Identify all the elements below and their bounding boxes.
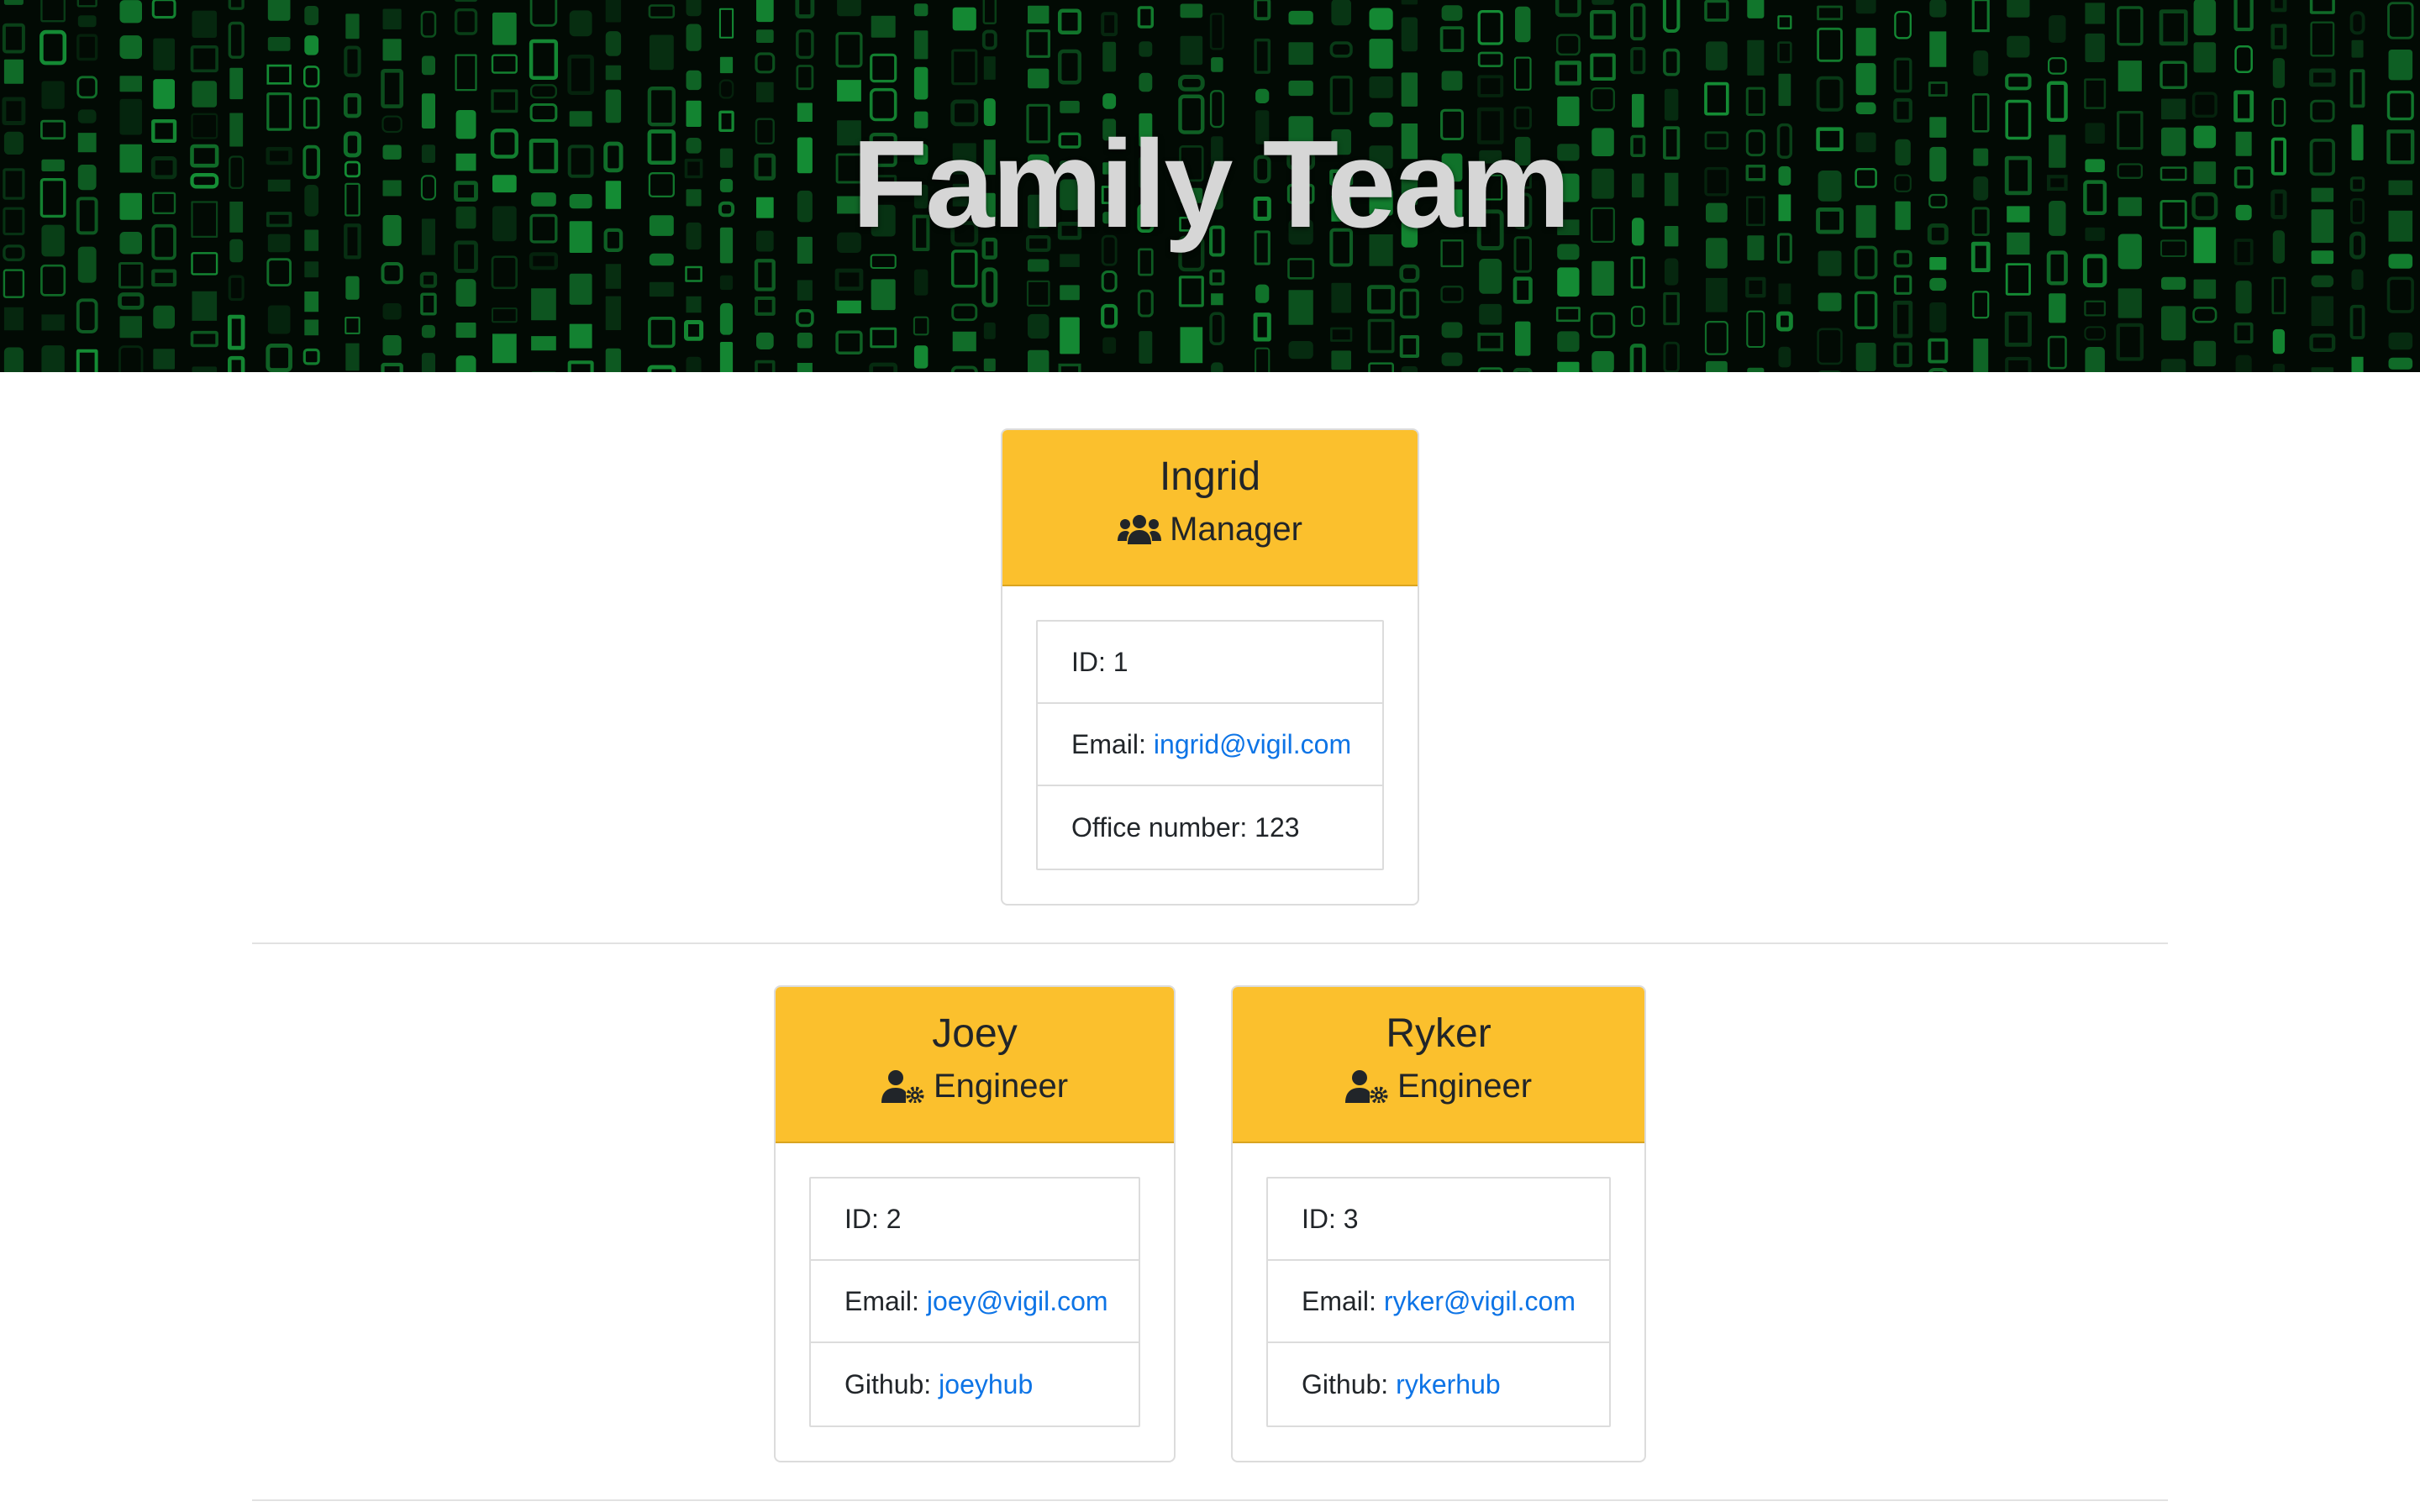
list-item-email: Email: joey@vigil.com (811, 1261, 1139, 1343)
list-item-github: Github: rykerhub (1268, 1343, 1609, 1425)
section-divider (252, 942, 2168, 944)
manager-row: Ingrid Manager ID: 1 Email: ingrid@vigil… (0, 428, 2420, 906)
hero-banner: Family Team (0, 0, 2420, 372)
email-label: Email: (1302, 1285, 1376, 1316)
users-icon (1118, 514, 1162, 544)
user-gear-icon (1344, 1069, 1389, 1103)
card-body: ID: 3 Email: ryker@vigil.com Github: ryk… (1233, 1143, 1644, 1461)
role-label: Engineer (1397, 1068, 1533, 1105)
card-body: ID: 1 Email: ingrid@vigil.com Office num… (1002, 586, 1418, 904)
info-list: ID: 1 Email: ingrid@vigil.com Office num… (1036, 620, 1384, 870)
list-item-id: ID: 2 (811, 1179, 1139, 1261)
info-list: ID: 2 Email: joey@vigil.com Github: joey… (809, 1177, 1140, 1427)
github-link[interactable]: rykerhub (1396, 1369, 1501, 1400)
list-item-id: ID: 3 (1268, 1179, 1609, 1261)
role-label: Manager (1170, 511, 1302, 548)
employee-role: Engineer (776, 1064, 1174, 1108)
role-label: Engineer (933, 1068, 1069, 1105)
employee-name: Ingrid (1159, 454, 1261, 499)
list-item-github: Github: joeyhub (811, 1343, 1139, 1425)
employee-role: Engineer (1233, 1064, 1644, 1108)
id-text: ID: 1 (1071, 646, 1128, 677)
info-list: ID: 3 Email: ryker@vigil.com Github: ryk… (1266, 1177, 1611, 1427)
github-label: Github: (1302, 1368, 1389, 1399)
page-title: Family Team (851, 115, 1571, 254)
github-link[interactable]: joeyhub (939, 1369, 1033, 1400)
engineer-card: Joey Engineer ID: 2 Email: joey@vigil.co… (774, 985, 1176, 1462)
email-link[interactable]: ingrid@vigil.com (1154, 729, 1351, 760)
section-divider (252, 1499, 2168, 1501)
engineer-row: Joey Engineer ID: 2 Email: joey@vigil.co… (0, 985, 2420, 1462)
employee-name: Joey (932, 1011, 1018, 1056)
list-item-id: ID: 1 (1038, 622, 1382, 704)
user-gear-icon (881, 1069, 925, 1103)
github-label: Github: (844, 1368, 932, 1399)
email-label: Email: (844, 1285, 919, 1316)
office-number-text: Office number: 123 (1071, 811, 1300, 843)
card-header: Ingrid Manager (1002, 430, 1418, 586)
manager-card: Ingrid Manager ID: 1 Email: ingrid@vigil… (1001, 428, 1419, 906)
email-link[interactable]: ryker@vigil.com (1384, 1286, 1576, 1317)
employee-role: Manager (1002, 507, 1418, 551)
id-text: ID: 2 (844, 1203, 902, 1234)
card-header: Joey Engineer (776, 987, 1174, 1143)
list-item-email: Email: ryker@vigil.com (1268, 1261, 1609, 1343)
id-text: ID: 3 (1302, 1203, 1359, 1234)
email-label: Email: (1071, 728, 1146, 759)
list-item-email: Email: ingrid@vigil.com (1038, 704, 1382, 786)
card-body: ID: 2 Email: joey@vigil.com Github: joey… (776, 1143, 1174, 1461)
employee-name: Ryker (1386, 1011, 1491, 1056)
card-header: Ryker Engineer (1233, 987, 1644, 1143)
email-link[interactable]: joey@vigil.com (927, 1286, 1108, 1317)
engineer-card: Ryker Engineer ID: 3 Email: ryker@vigil.… (1231, 985, 1646, 1462)
list-item-office: Office number: 123 (1038, 786, 1382, 869)
